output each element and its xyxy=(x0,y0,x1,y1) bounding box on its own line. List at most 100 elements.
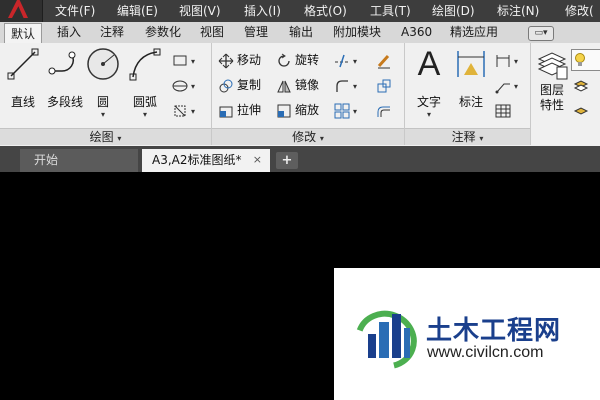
array-tool[interactable]: ▾ xyxy=(334,101,357,119)
copy-tool[interactable]: 复制 xyxy=(218,76,261,94)
arc-dropdown-icon[interactable]: ▾ xyxy=(128,110,162,119)
table-tool[interactable] xyxy=(495,101,514,119)
stretch-label: 拉伸 xyxy=(237,103,262,117)
layer-bulb-button[interactable] xyxy=(571,49,600,71)
draw-panel: 直线 多段线 圆 ▾ 圆弧 ▾ ▾ ▾ ▾ 绘图 ▾ xyxy=(0,43,212,145)
scale-icon xyxy=(277,104,291,117)
dimension-label: 标注 xyxy=(458,95,483,109)
layer-tool-2[interactable] xyxy=(573,101,592,119)
annotation-panel: A 文字 ▾ 标注 ▾ ▾ 注释 ▾ xyxy=(405,43,531,145)
move-icon xyxy=(218,53,234,68)
hatch-icon xyxy=(172,80,188,91)
arc-icon xyxy=(128,47,162,81)
move-label: 移动 xyxy=(237,53,262,67)
leader-icon xyxy=(495,83,510,93)
layer-match-icon xyxy=(573,106,589,115)
tab-document[interactable]: A3,A2标准图纸* × xyxy=(142,149,270,172)
watermark-logo-icon xyxy=(355,310,417,370)
boundary-tool[interactable]: ▾ xyxy=(172,101,195,119)
boundary-icon xyxy=(174,105,186,116)
menu-view[interactable]: 视图(V) xyxy=(179,0,221,22)
scale-tool[interactable]: 缩放 xyxy=(276,101,319,119)
rotate-tool[interactable]: 旋转 xyxy=(276,51,319,69)
linear-dim-tool[interactable]: ▾ xyxy=(495,51,518,69)
arc-tool[interactable]: 圆弧 ▾ xyxy=(128,47,162,119)
close-tab-icon[interactable]: × xyxy=(253,149,262,171)
modify-panel-title[interactable]: 修改 ▾ xyxy=(212,128,404,145)
line-label: 直线 xyxy=(10,95,35,109)
fillet-icon xyxy=(336,79,348,92)
copy-label: 复制 xyxy=(237,78,262,92)
circle-tool[interactable]: 圆 ▾ xyxy=(86,47,120,119)
tab-annotate[interactable]: 注释 xyxy=(100,22,124,43)
line-icon xyxy=(6,47,40,81)
mirror-label: 镜像 xyxy=(295,78,320,92)
tab-start[interactable]: 开始 xyxy=(20,149,138,172)
eraser-icon xyxy=(377,54,390,68)
layers-panel: 图层 特性 xyxy=(531,43,600,145)
stretch-icon xyxy=(219,106,233,117)
new-tab-button[interactable]: + xyxy=(276,152,298,169)
ribbon: 直线 多段线 圆 ▾ 圆弧 ▾ ▾ ▾ ▾ 绘图 ▾ 移动 旋转 ▾ 复制 镜像… xyxy=(0,43,600,147)
rotate-icon xyxy=(278,53,290,67)
text-tool[interactable]: A 文字 ▾ xyxy=(411,47,447,119)
line-tool[interactable]: 直线 xyxy=(4,47,42,110)
move-tool[interactable]: 移动 xyxy=(218,51,261,69)
application-button[interactable] xyxy=(0,0,43,22)
menu-edit[interactable]: 编辑(E) xyxy=(117,0,158,22)
circle-icon xyxy=(86,47,120,81)
draw-panel-title[interactable]: 绘图 ▾ xyxy=(0,128,211,145)
layer-tool-1[interactable] xyxy=(573,76,592,94)
menu-format[interactable]: 格式(O) xyxy=(304,0,347,22)
watermark-url: www.civilcn.com xyxy=(427,344,544,361)
erase-tool[interactable] xyxy=(376,51,395,69)
layer-properties-tool[interactable]: 图层 特性 xyxy=(535,47,569,113)
annotation-panel-title[interactable]: 注释 ▾ xyxy=(405,128,530,145)
menu-insert[interactable]: 插入(I) xyxy=(244,0,281,22)
file-tab-bar: 开始 A3,A2标准图纸* × + xyxy=(0,146,600,172)
explode-icon xyxy=(377,79,391,92)
offset-icon xyxy=(377,106,390,117)
menu-bar: 文件(F) 编辑(E) 视图(V) 插入(I) 格式(O) 工具(T) 绘图(D… xyxy=(0,0,600,22)
menu-dimension[interactable]: 标注(N) xyxy=(497,0,539,22)
circle-dropdown-icon[interactable]: ▾ xyxy=(86,110,120,119)
fillet-tool[interactable]: ▾ xyxy=(334,76,357,94)
menu-file[interactable]: 文件(F) xyxy=(55,0,95,22)
rectangle-icon xyxy=(173,55,187,65)
tab-output[interactable]: 输出 xyxy=(289,22,313,43)
arc-label: 圆弧 xyxy=(132,95,157,109)
menu-draw[interactable]: 绘图(D) xyxy=(432,0,475,22)
text-dropdown-icon[interactable]: ▾ xyxy=(411,110,447,119)
menu-tools[interactable]: 工具(T) xyxy=(370,0,411,22)
mirror-tool[interactable]: 镜像 xyxy=(276,76,319,94)
tab-parametric[interactable]: 参数化 xyxy=(145,22,181,43)
tab-a360[interactable]: A360 xyxy=(401,22,432,43)
mirror-icon xyxy=(277,80,291,92)
offset-tool[interactable] xyxy=(376,101,395,119)
polyline-tool[interactable]: 多段线 xyxy=(43,47,87,110)
circle-label: 圆 xyxy=(96,95,109,109)
modify-panel: 移动 旋转 ▾ 复制 镜像 ▾ 拉伸 缩放 ▾ 修改 ▾ xyxy=(212,43,405,145)
text-label: 文字 xyxy=(416,95,441,109)
tab-insert[interactable]: 插入 xyxy=(57,22,81,43)
dimension-icon xyxy=(454,47,488,81)
rectangle-tool[interactable]: ▾ xyxy=(172,51,195,69)
lightbulb-icon xyxy=(575,52,585,66)
tab-view[interactable]: 视图 xyxy=(200,22,224,43)
array-icon xyxy=(334,103,350,118)
explode-tool[interactable] xyxy=(376,76,395,94)
tab-manage[interactable]: 管理 xyxy=(244,22,268,43)
tab-featured-apps[interactable]: 精选应用 xyxy=(450,22,498,43)
menu-modify[interactable]: 修改( xyxy=(565,0,594,22)
dimension-tool[interactable]: 标注 xyxy=(453,47,489,110)
hatch-tool[interactable]: ▾ xyxy=(172,76,195,94)
trim-icon xyxy=(335,54,349,67)
stretch-tool[interactable]: 拉伸 xyxy=(218,101,261,119)
autocad-logo-icon xyxy=(8,0,28,18)
leader-tool[interactable]: ▾ xyxy=(495,76,518,94)
tab-default[interactable]: 默认 xyxy=(4,23,43,45)
tab-addins[interactable]: 附加模块 xyxy=(333,22,381,43)
linear-dimension-icon xyxy=(496,54,510,67)
ribbon-options-button[interactable]: ▭▾ xyxy=(528,26,554,41)
trim-tool[interactable]: ▾ xyxy=(334,51,357,69)
